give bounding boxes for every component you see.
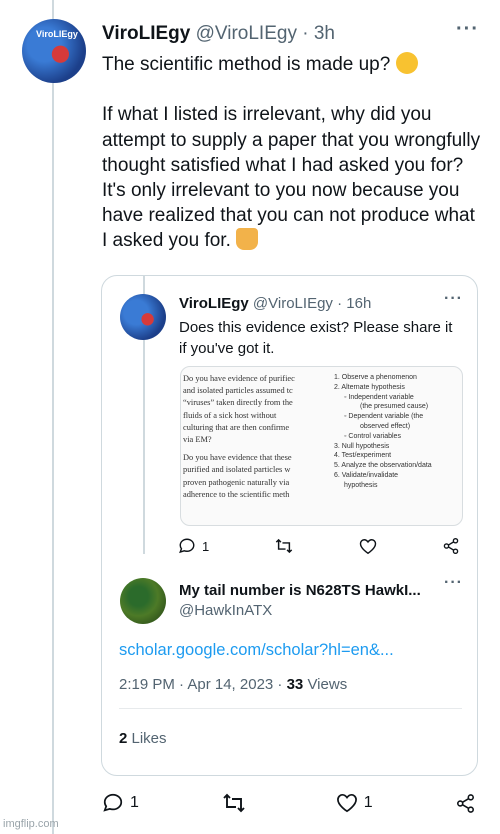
quoted-media-image[interactable]: Do you have evidence of purifiec and iso… bbox=[180, 366, 463, 526]
reply-author-avatar[interactable] bbox=[120, 578, 166, 624]
author-avatar[interactable]: ViroLIEgy bbox=[22, 19, 86, 83]
thread-connector-line bbox=[52, 0, 54, 834]
retweet-icon bbox=[274, 537, 294, 555]
quoted-author-name[interactable]: ViroLIEgy bbox=[179, 295, 249, 312]
quoted-like-button[interactable] bbox=[359, 538, 377, 555]
method-step-12: hypothesis bbox=[344, 481, 378, 489]
tweet-text-line2: If what I listed is irrelevant, why did … bbox=[102, 104, 486, 252]
reply-icon bbox=[178, 537, 196, 555]
reply-author-name[interactable]: My tail number is N628TS HawkI... bbox=[179, 582, 421, 599]
quoted-author-avatar[interactable] bbox=[120, 294, 166, 340]
reply-more-options-icon[interactable]: ··· bbox=[444, 574, 463, 592]
farmer-icon bbox=[236, 228, 259, 251]
heart-icon bbox=[359, 538, 377, 555]
quoted-retweet-button[interactable] bbox=[274, 537, 294, 555]
views-count: 33 bbox=[286, 676, 304, 693]
imgflip-watermark: imgflip.com bbox=[3, 818, 59, 830]
reply-author-handle[interactable]: @HawkInATX bbox=[179, 602, 272, 619]
quoted-header: ViroLIEgy @ViroLIEgy · 16h bbox=[179, 295, 371, 312]
header-separator: · bbox=[302, 23, 309, 44]
reply-count: 1 bbox=[130, 794, 139, 811]
method-step-1: 1. Observe a phenomenon bbox=[334, 374, 417, 381]
reply-button[interactable]: 1 bbox=[102, 792, 139, 814]
method-step-3: ◦ Independent variable bbox=[344, 393, 414, 401]
thinking-face-icon bbox=[395, 52, 418, 74]
share-button[interactable] bbox=[455, 793, 476, 814]
retweet-icon bbox=[221, 792, 247, 814]
media-questions-text: Do you have evidence of purifiec and iso… bbox=[181, 367, 324, 525]
method-step-7: ◦ Control variables bbox=[344, 432, 401, 440]
share-icon bbox=[442, 537, 460, 555]
like-button[interactable]: 1 bbox=[336, 793, 373, 813]
like-count: 1 bbox=[363, 794, 373, 811]
quoted-text: Does this evidence exist? Please share i… bbox=[179, 319, 453, 357]
quoted-action-bar: 1 bbox=[178, 537, 460, 555]
quoted-separator: · bbox=[337, 295, 343, 312]
tweet-header: ViroLIEgy @ViroLIEgy · 3h bbox=[102, 23, 335, 45]
quoted-reply-button[interactable]: 1 bbox=[178, 537, 209, 555]
media-question-1: Do you have evidence of purifiec and iso… bbox=[183, 374, 295, 445]
avatar-brand-text: ViroLIEgy bbox=[36, 29, 78, 39]
likes-label: Likes bbox=[127, 730, 167, 747]
author-handle[interactable]: @ViroLIEgy bbox=[196, 23, 297, 44]
quoted-author-handle[interactable]: @ViroLIEgy bbox=[253, 295, 333, 312]
quoted-thread-card[interactable]: ViroLIEgy @ViroLIEgy · 16h ··· Does this… bbox=[101, 275, 478, 776]
media-scientific-method-steps: 1. Observe a phenomenon 2. Alternate hypo… bbox=[334, 373, 462, 491]
media-question-2: Do you have evidence that these purified… bbox=[183, 453, 292, 499]
quoted-more-options-icon[interactable]: ··· bbox=[444, 290, 463, 308]
retweet-button[interactable] bbox=[221, 792, 253, 814]
tweet-action-bar: 1 1 bbox=[102, 792, 476, 814]
likes-summary[interactable]: 2 Likes bbox=[119, 730, 167, 747]
views-label: Views bbox=[303, 676, 348, 693]
more-options-icon[interactable]: ··· bbox=[456, 18, 479, 41]
quoted-timestamp[interactable]: 16h bbox=[346, 295, 371, 312]
method-step-9: 4. Test/experiment bbox=[334, 452, 392, 460]
method-step-11: 6. Validate/invalidate bbox=[334, 471, 399, 479]
tweet-text: The scientific method is made up? If wha… bbox=[102, 52, 482, 254]
reply-icon bbox=[102, 792, 124, 814]
tweet-text-line1: The scientific method is made up? bbox=[102, 54, 396, 75]
method-step-8: 3. Null hypothesis bbox=[334, 442, 390, 450]
reply-timestamp[interactable]: 2:19 PM · Apr 14, 2023 · bbox=[119, 676, 287, 693]
divider bbox=[119, 708, 462, 709]
scholar-link[interactable]: scholar.google.com/scholar?hl=en&... bbox=[119, 641, 394, 660]
method-step-5: ◦ Dependent variable (the bbox=[344, 413, 424, 421]
method-step-6: observed effect) bbox=[360, 422, 411, 430]
share-icon bbox=[455, 793, 476, 814]
method-step-10: 5. Analyze the observation/data bbox=[334, 462, 432, 470]
method-step-2: 2. Alternate hypothesis bbox=[334, 383, 405, 391]
author-name[interactable]: ViroLIEgy bbox=[102, 23, 190, 44]
method-step-4: (the presumed cause) bbox=[360, 403, 429, 411]
heart-icon bbox=[336, 793, 358, 813]
tweet-timestamp[interactable]: 3h bbox=[314, 23, 335, 44]
quoted-share-button[interactable] bbox=[442, 537, 460, 555]
quoted-reply-count: 1 bbox=[202, 538, 210, 554]
reply-metadata: 2:19 PM · Apr 14, 2023 · 33 Views bbox=[119, 676, 347, 693]
